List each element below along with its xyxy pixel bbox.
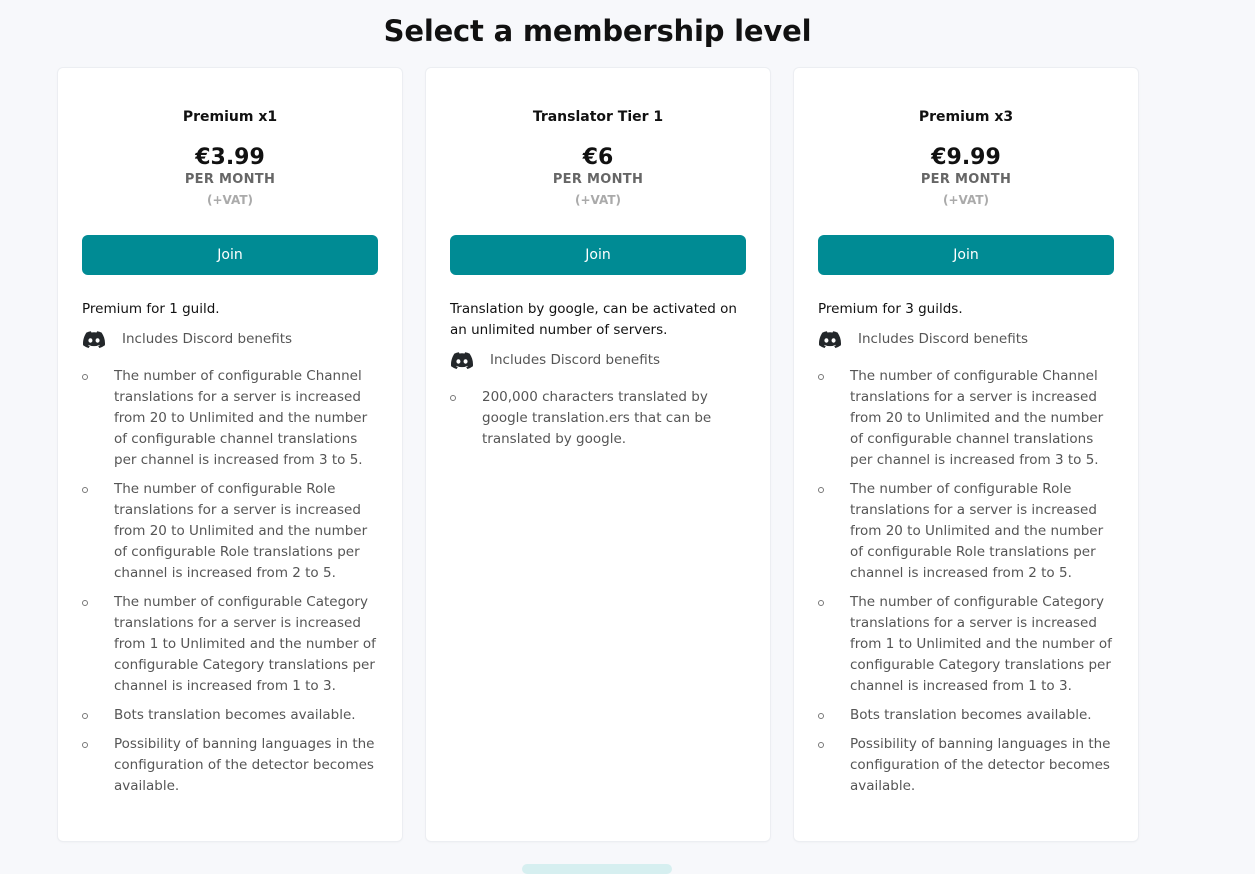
feature-text: Possibility of banning languages in the …: [850, 736, 1111, 794]
circle-bullet-icon: [82, 374, 88, 380]
tier-price: €6: [582, 145, 614, 170]
feature-item: Possibility of banning languages in the …: [818, 734, 1114, 797]
feature-item: The number of configurable Channel trans…: [818, 366, 1114, 471]
circle-bullet-icon: [82, 713, 88, 719]
join-button[interactable]: Join: [82, 235, 378, 275]
tier-card-translator-tier-1: Translator Tier 1 €6 PER MONTH (+VAT) Jo…: [426, 68, 770, 841]
discord-icon: [451, 351, 474, 369]
circle-bullet-icon: [818, 742, 824, 748]
feature-item: Bots translation becomes available.: [818, 705, 1114, 726]
feature-list: The number of configurable Channel trans…: [82, 366, 378, 797]
tier-period: PER MONTH: [552, 172, 644, 187]
discord-benefits: Includes Discord benefits: [818, 330, 1114, 348]
tier-price: €9.99: [931, 145, 1001, 170]
tier-period: PER MONTH: [920, 172, 1012, 187]
circle-bullet-icon: [818, 374, 824, 380]
feature-text: The number of configurable Category tran…: [850, 594, 1112, 694]
tier-description: Premium for 1 guild.: [82, 301, 220, 317]
feature-item: Bots translation becomes available.: [82, 705, 378, 726]
feature-list: The number of configurable Channel trans…: [818, 366, 1114, 797]
circle-bullet-icon: [818, 713, 824, 719]
feature-text: Bots translation becomes available.: [114, 707, 356, 723]
circle-bullet-icon: [450, 395, 456, 401]
feature-text: The number of configurable Role translat…: [114, 481, 368, 581]
feature-item: The number of configurable Category tran…: [818, 592, 1114, 697]
circle-bullet-icon: [82, 742, 88, 748]
feature-item: The number of configurable Category tran…: [82, 592, 378, 697]
discord-benefits: Includes Discord benefits: [82, 330, 378, 348]
tier-card-premium-x1: Premium x1 €3.99 PER MONTH (+VAT) Join P…: [58, 68, 402, 841]
feature-text: The number of configurable Category tran…: [114, 594, 376, 694]
page-title: Select a membership level: [383, 14, 812, 48]
tier-vat: (+VAT): [574, 193, 622, 207]
tier-name: Premium x1: [182, 109, 278, 125]
feature-text: Bots translation becomes available.: [850, 707, 1092, 723]
feature-text: The number of configurable Channel trans…: [850, 368, 1104, 468]
tier-name: Translator Tier 1: [532, 109, 664, 125]
feature-item: The number of configurable Channel trans…: [82, 366, 378, 471]
feature-text: The number of configurable Role translat…: [850, 481, 1104, 581]
partially-visible-element: [522, 864, 672, 874]
tier-description: Premium for 3 guilds.: [818, 301, 963, 317]
join-button[interactable]: Join: [450, 235, 746, 275]
feature-item: The number of configurable Role translat…: [82, 479, 378, 584]
benefits-label: Includes Discord benefits: [858, 331, 1029, 347]
join-button[interactable]: Join: [818, 235, 1114, 275]
discord-benefits: Includes Discord benefits: [450, 351, 746, 369]
feature-item: 200,000 characters translated by google …: [450, 387, 746, 450]
feature-text: Possibility of banning languages in the …: [114, 736, 375, 794]
circle-bullet-icon: [82, 600, 88, 606]
tier-period: PER MONTH: [184, 172, 276, 187]
tier-price: €3.99: [195, 145, 265, 170]
circle-bullet-icon: [82, 487, 88, 493]
feature-item: The number of configurable Role translat…: [818, 479, 1114, 584]
circle-bullet-icon: [818, 487, 824, 493]
discord-icon: [83, 330, 106, 348]
tier-card-premium-x3: Premium x3 €9.99 PER MONTH (+VAT) Join P…: [794, 68, 1138, 841]
feature-text: 200,000 characters translated by google …: [482, 389, 712, 447]
tier-vat: (+VAT): [206, 193, 254, 207]
tier-vat: (+VAT): [942, 193, 990, 207]
feature-text: The number of configurable Channel trans…: [114, 368, 368, 468]
discord-icon: [819, 330, 842, 348]
tier-description: Translation by google, can be activated …: [450, 301, 737, 338]
feature-list: 200,000 characters translated by google …: [450, 387, 746, 450]
tier-name: Premium x3: [918, 109, 1014, 125]
benefits-label: Includes Discord benefits: [122, 331, 293, 347]
benefits-label: Includes Discord benefits: [490, 352, 661, 368]
circle-bullet-icon: [818, 600, 824, 606]
feature-item: Possibility of banning languages in the …: [82, 734, 378, 797]
